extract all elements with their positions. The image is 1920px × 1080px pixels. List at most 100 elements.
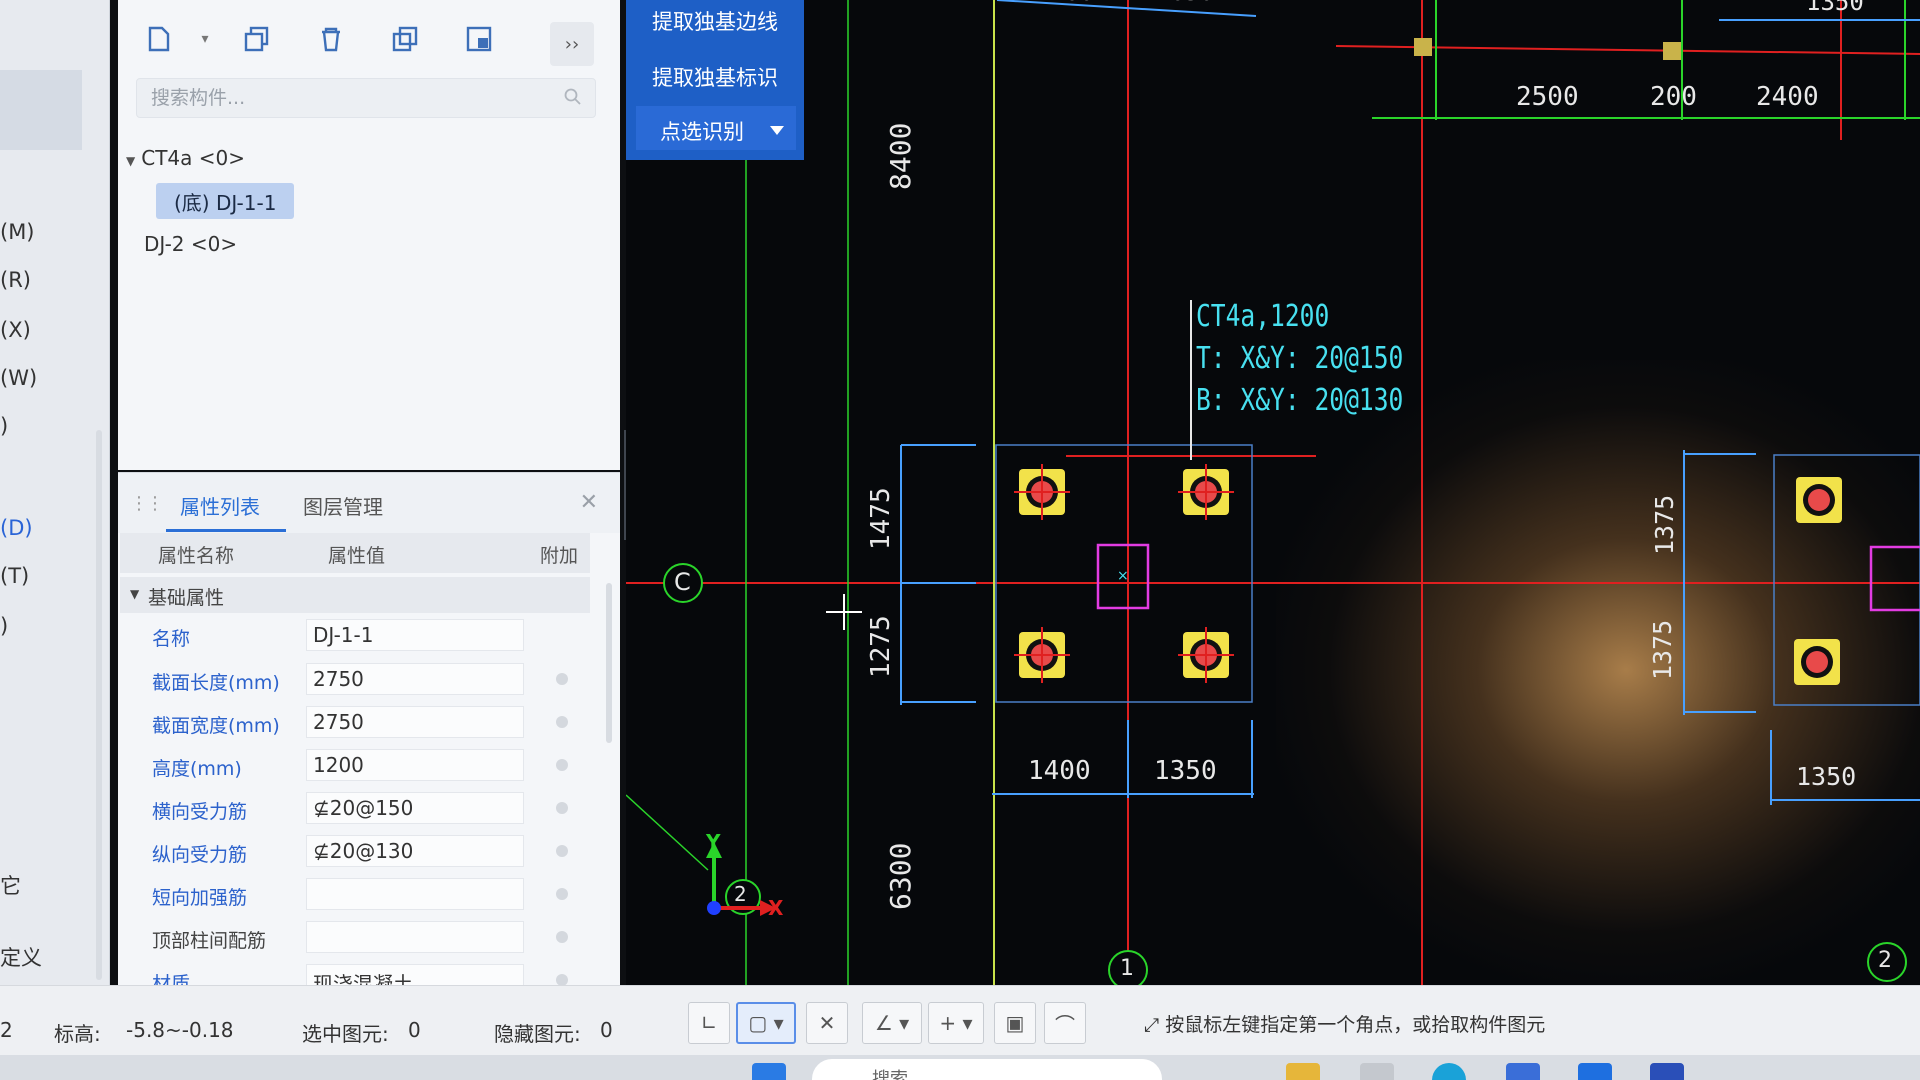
- glodon-app-icon[interactable]: [1578, 1063, 1612, 1080]
- axis-label-c: C: [674, 568, 691, 596]
- strip-item-m[interactable]: (M): [0, 220, 35, 244]
- new-dropdown-arrow[interactable]: ▾: [188, 22, 222, 56]
- column-marker: [1663, 42, 1681, 60]
- strip-item-8[interactable]: ): [0, 614, 8, 638]
- more-tools-button[interactable]: ››: [550, 22, 594, 66]
- attach-checkbox[interactable]: [556, 845, 568, 857]
- pick-identify-button[interactable]: 点选识别: [636, 106, 796, 150]
- cad-drawing[interactable]: ×: [626, 0, 1920, 985]
- dim-label-1475: 1475: [866, 487, 896, 550]
- extract-label-button[interactable]: 提取独基标识: [626, 62, 804, 92]
- new-component-button[interactable]: [142, 22, 176, 56]
- component-panel: ▾ ›› ▼ CT4a <0> (底) DJ-1-1 DJ-2 <0>: [118, 0, 620, 470]
- drawing-canvas[interactable]: × CT4a,1200 T: X&Y: 20@150 B: X&Y: 20@13…: [626, 0, 1920, 985]
- attach-checkbox[interactable]: [556, 759, 568, 771]
- dim-label-1400: 1400: [1028, 756, 1091, 786]
- search-icon[interactable]: [563, 87, 583, 107]
- property-value-field[interactable]: ⊈20@130: [306, 835, 524, 867]
- collapse-caret-icon[interactable]: ▼: [126, 154, 135, 168]
- selected-count-value: 0: [408, 1018, 421, 1042]
- property-value-field[interactable]: 2750: [306, 706, 524, 738]
- drag-handle-icon[interactable]: ⋮⋮: [130, 493, 164, 514]
- attach-checkbox[interactable]: [556, 673, 568, 685]
- angle-icon: ∠ ▾: [874, 1011, 910, 1035]
- pile-marker: [1796, 477, 1842, 523]
- group-caret-icon[interactable]: ▼: [130, 587, 139, 601]
- copy-button[interactable]: [240, 22, 274, 56]
- annotation-line: T: X&Y: 20@150: [1196, 341, 1404, 376]
- tree-node-ct4a[interactable]: ▼ CT4a <0>: [126, 146, 245, 170]
- duplicate-icon: [392, 26, 418, 52]
- foundation-annotation: CT4a,1200 T: X&Y: 20@150 B: X&Y: 20@130: [1196, 296, 1403, 422]
- center-mark-icon: ×: [1117, 568, 1129, 584]
- command-hint: ⤢ 按鼠标左键指定第一个角点，或拾取构件图元: [1144, 1010, 1545, 1037]
- strip-item-r[interactable]: (R): [0, 268, 31, 292]
- app-icon[interactable]: [1360, 1063, 1394, 1080]
- property-group-basic[interactable]: ▼ 基础属性: [120, 577, 590, 613]
- dim-label-8400: 8400: [884, 122, 917, 190]
- strip-item-w[interactable]: (W): [0, 366, 37, 390]
- property-value-field[interactable]: 1200: [306, 749, 524, 781]
- tree-node-dj-2[interactable]: DJ-2 <0>: [144, 232, 237, 256]
- selected-count-label: 选中图元:: [302, 1022, 389, 1046]
- strip-item-5[interactable]: ): [0, 414, 8, 438]
- cad-app-icon[interactable]: [1650, 1063, 1684, 1080]
- group-label: 基础属性: [148, 587, 225, 609]
- strip-scrollbar[interactable]: [96, 430, 102, 980]
- strip-item-other[interactable]: 它: [0, 870, 21, 900]
- select-box-button[interactable]: ▢ ▾: [736, 1002, 796, 1044]
- close-icon[interactable]: ✕: [580, 490, 598, 515]
- attach-checkbox[interactable]: [556, 888, 568, 900]
- tab-layer-management[interactable]: 图层管理: [303, 491, 383, 520]
- tab-property-list[interactable]: 属性列表: [180, 491, 260, 520]
- duplicate-button[interactable]: [388, 22, 422, 56]
- snap-button[interactable]: + ▾: [928, 1002, 984, 1044]
- axis-label-2: 2: [1878, 948, 1892, 973]
- property-name: 短向加强筋: [152, 887, 248, 909]
- taskbar-search[interactable]: 搜索: [812, 1059, 1162, 1080]
- extract-edge-button[interactable]: 提取独基边线: [626, 6, 804, 36]
- annotation-line: CT4a,1200: [1196, 299, 1330, 334]
- chevron-down-icon[interactable]: [770, 126, 784, 135]
- search-input[interactable]: [137, 79, 537, 117]
- edge-browser-icon[interactable]: [1432, 1063, 1466, 1080]
- delete-button[interactable]: [314, 22, 348, 56]
- property-row: 截面宽度(mm) 2750: [120, 704, 590, 740]
- pile-marker: [1794, 639, 1840, 685]
- resize-arrow-icon: ⤢: [1144, 1014, 1166, 1036]
- dim-label-1275: 1275: [866, 615, 896, 678]
- property-name: 顶部柱间配筋: [152, 930, 267, 952]
- windows-start-icon[interactable]: [752, 1063, 786, 1080]
- strip-item-x[interactable]: (X): [0, 318, 31, 342]
- file-explorer-icon[interactable]: [1286, 1063, 1320, 1080]
- trash-icon: [322, 27, 340, 52]
- capture-button[interactable]: ▣: [994, 1002, 1036, 1044]
- cross-select-button[interactable]: ✕: [806, 1002, 848, 1044]
- search-field[interactable]: [136, 78, 596, 118]
- layer-button[interactable]: [462, 22, 496, 56]
- attach-checkbox[interactable]: [556, 802, 568, 814]
- property-row: 纵向受力筋 ⊈20@130: [120, 833, 590, 869]
- dim-label-1400-top: 1400: [1036, 0, 1094, 6]
- property-value-field[interactable]: DJ-1-1: [306, 619, 524, 651]
- elevation-value: -5.8~-0.18: [126, 1018, 234, 1042]
- attach-checkbox[interactable]: [556, 716, 568, 728]
- dim-label-200: 200: [1650, 82, 1697, 112]
- property-value-field[interactable]: [306, 878, 524, 910]
- arc-button[interactable]: ⌒: [1044, 1002, 1086, 1044]
- tree-node-dj-1-1[interactable]: (底) DJ-1-1: [156, 183, 295, 219]
- angle-button[interactable]: ∠ ▾: [862, 1002, 922, 1044]
- property-value-field[interactable]: 2750: [306, 663, 524, 695]
- store-icon[interactable]: [1506, 1063, 1540, 1080]
- copy-icon: [244, 26, 269, 52]
- strip-item-define[interactable]: 定义: [0, 942, 42, 972]
- ortho-button[interactable]: ∟: [688, 1002, 730, 1044]
- properties-scrollbar[interactable]: [606, 583, 612, 743]
- property-name: 高度(mm): [152, 758, 242, 780]
- attach-checkbox[interactable]: [556, 931, 568, 943]
- strip-item-d[interactable]: (D): [0, 516, 33, 540]
- property-value-field[interactable]: ⊈20@150: [306, 792, 524, 824]
- property-value-field[interactable]: [306, 921, 524, 953]
- strip-item-t[interactable]: (T): [0, 564, 29, 588]
- header-extra: 附加: [540, 545, 579, 567]
